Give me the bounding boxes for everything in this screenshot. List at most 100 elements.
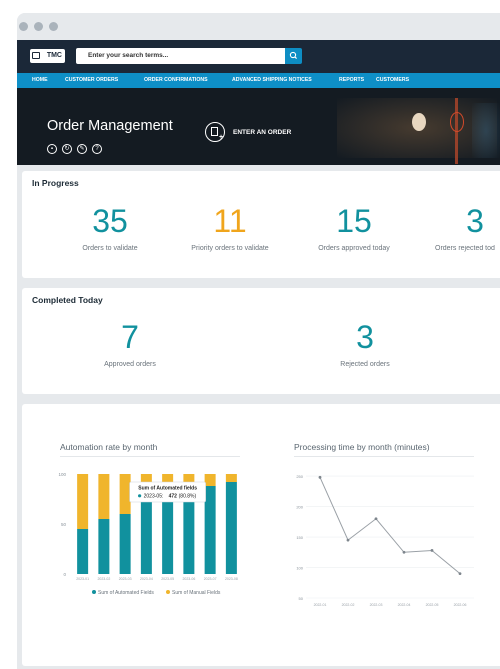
bar-automated [98, 519, 110, 574]
bar-automated [140, 499, 152, 574]
edit-icon[interactable]: ✎ [77, 144, 87, 154]
stat-orders-rejected-label: Orders rejected today [435, 245, 495, 252]
y-tick-label: 150 [296, 535, 303, 540]
bar-automated [225, 482, 237, 574]
data-point [318, 475, 322, 479]
stat-orders-to-validate-label: Orders to validate [82, 245, 138, 252]
search-icon [289, 51, 298, 60]
legend-manual: Sum of Manual Fields [172, 590, 221, 596]
x-tick-label: 2023-02 [97, 577, 110, 581]
processing-time-line [319, 477, 461, 575]
legend-marker [166, 590, 170, 594]
app-window: TMC Enter your search terms... HOME CUST… [17, 13, 500, 669]
x-tick-label: 2022-05 [426, 603, 439, 607]
enter-order-button[interactable]: ENTER AN ORDER [233, 129, 291, 136]
document-icon [211, 127, 218, 136]
in-progress-title: In Progress [32, 178, 79, 188]
stat-approved-orders-value[interactable]: 7 [100, 321, 160, 353]
tooltip-value: 472 [169, 494, 178, 500]
processing-chart-title: Processing time by month (minutes) [294, 442, 430, 452]
tooltip-percent: (80.8%) [179, 494, 197, 500]
bar-automated [77, 529, 89, 574]
completed-today-title: Completed Today [32, 295, 103, 305]
data-point [374, 517, 378, 521]
tooltip-marker [138, 494, 142, 498]
window-minimize-dot[interactable] [34, 22, 43, 31]
x-tick-label: 2023-08 [225, 577, 238, 581]
search-input[interactable]: Enter your search terms... [76, 48, 288, 64]
y-tick-label: 100 [58, 472, 66, 477]
data-point [430, 549, 434, 552]
tooltip-title: Sum of Automated fields [138, 486, 197, 492]
order-management-banner: Order Management ▪ ↻ ✎ ? + ENTER AN ORDE… [17, 88, 500, 165]
stat-orders-approved-value[interactable]: 15 [319, 205, 389, 237]
in-progress-card: In Progress 35 Orders to validate 11 Pri… [22, 171, 500, 278]
y-tick-label: 200 [296, 504, 303, 509]
nav-item-order-confirmations[interactable]: ORDER CONFIRMATIONS [144, 73, 208, 88]
nav-item-customers[interactable]: CUSTOMERS [376, 73, 409, 88]
bar-automated [204, 486, 216, 574]
stat-priority-orders-value[interactable]: 11 [195, 205, 265, 237]
legend-marker [92, 590, 96, 594]
data-point [402, 550, 406, 554]
stat-orders-rejected-value[interactable]: 3 [445, 205, 500, 237]
y-tick-label: 0 [63, 572, 66, 577]
x-tick-label: 2023-01 [76, 577, 89, 581]
stat-orders-to-validate-value[interactable]: 35 [75, 205, 145, 237]
main-nav: HOME CUSTOMER ORDERS ORDER CONFIRMATIONS… [17, 73, 500, 88]
chart-divider [294, 456, 474, 457]
logo[interactable]: TMC [30, 49, 65, 63]
window-titlebar [17, 13, 500, 40]
nav-item-customer-orders[interactable]: CUSTOMER ORDERS [65, 73, 118, 88]
tooltip-period: 2023-05: [144, 494, 164, 500]
enter-order-icon[interactable]: + [205, 122, 225, 142]
automation-chart-title: Automation rate by month [60, 442, 158, 452]
x-tick-label: 2022-01 [314, 603, 327, 607]
chart-divider [60, 456, 240, 457]
legend-automated: Sum of Automated Fields [98, 590, 154, 596]
nav-item-advanced-shipping-notices[interactable]: ADVANCED SHIPPING NOTICES [232, 73, 312, 88]
bar-manual [204, 474, 216, 486]
refresh-icon[interactable]: ↻ [62, 144, 72, 154]
x-tick-label: 2023-06 [182, 577, 195, 581]
x-tick-label: 2023-07 [204, 577, 217, 581]
nav-item-reports[interactable]: REPORTS [339, 73, 364, 88]
bar-automated [119, 514, 131, 574]
y-tick-label: 100 [296, 565, 303, 570]
x-tick-label: 2022-02 [342, 603, 355, 607]
banner-light [472, 103, 500, 158]
stat-rejected-orders-value[interactable]: 3 [335, 321, 395, 353]
data-point [346, 538, 350, 542]
x-tick-label: 2022-03 [370, 603, 383, 607]
stat-priority-orders-label: Priority orders to validate [191, 245, 269, 252]
data-point [458, 572, 462, 576]
automation-rate-chart: 0 50 100 2023-01 2023-02 2023-03 2023-04 2023-0… [58, 472, 238, 596]
y-tick-label: 50 [299, 596, 304, 601]
plus-icon: + [219, 134, 224, 141]
x-tick-label: 2022-04 [398, 603, 411, 607]
x-tick-label: 2023-05 [161, 577, 174, 581]
y-tick-label: 50 [61, 522, 67, 527]
window-close-dot[interactable] [19, 22, 28, 31]
window-maximize-dot[interactable] [49, 22, 58, 31]
page-title: Order Management [47, 118, 173, 134]
search-button[interactable] [285, 48, 302, 64]
charts-card: Automation rate by month 0 50 100 2023-01 20… [22, 404, 500, 666]
nav-item-home[interactable]: HOME [32, 73, 48, 88]
stat-orders-approved-label: Orders approved today [318, 245, 390, 252]
help-icon[interactable]: ? [92, 144, 102, 154]
monitor-icon [32, 52, 40, 59]
logo-text: TMC [46, 52, 62, 59]
banner-light [412, 113, 426, 131]
bar-manual [225, 474, 237, 482]
bar-automated [162, 493, 174, 574]
stat-approved-orders-label: Approved orders [104, 361, 156, 368]
bar-manual [98, 474, 110, 519]
bar-manual [77, 474, 89, 529]
y-tick-label: 250 [296, 474, 303, 479]
banner-light [450, 112, 464, 132]
x-tick-label: 2022-06 [454, 603, 467, 607]
x-tick-label: 2023-04 [140, 577, 153, 581]
chart-icon[interactable]: ▪ [47, 144, 57, 154]
completed-today-card: Completed Today 7 Approved orders 3 Reje… [22, 288, 500, 394]
